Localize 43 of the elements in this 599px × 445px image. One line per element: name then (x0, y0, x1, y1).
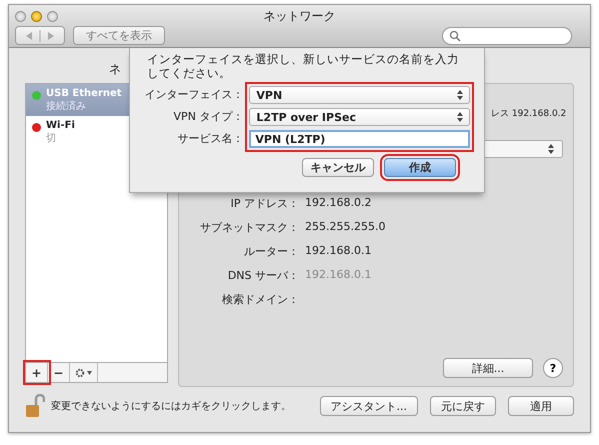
advanced-button[interactable]: 詳細... (443, 358, 533, 378)
unlocked-padlock-icon[interactable] (25, 394, 45, 418)
service-name: USB Ethernet (46, 88, 122, 99)
field-value: 192.168.0.1 (305, 244, 372, 259)
minimize-button[interactable] (31, 10, 42, 22)
close-button[interactable] (15, 10, 26, 22)
sheet-message: インターフェイスを選択し、新しいサービスの名前を入力してください。 (146, 52, 460, 80)
add-button[interactable]: + (26, 363, 48, 382)
footer-button[interactable]: アシスタント... (320, 396, 418, 416)
status-text: レス 192.168.0.2 (491, 108, 568, 120)
remove-button[interactable]: − (48, 363, 70, 382)
show-all-button[interactable]: すべてを表示 (73, 26, 165, 45)
field-label: ルーター： (243, 244, 299, 259)
field-label: IP アドレス： (230, 196, 299, 211)
updown-arrows-icon (548, 144, 554, 154)
field-value: 255.255.255.0 (305, 220, 386, 235)
service-name-field[interactable]: VPN (L2TP) (249, 130, 470, 148)
footer-button[interactable]: 適用 (508, 396, 574, 416)
search-field[interactable] (442, 26, 572, 44)
field-label: 検索ドメイン： (221, 292, 299, 307)
lock-hint: 変更できないようにするにはカギをクリックします。 (51, 400, 291, 413)
field-value: 192.168.0.2 (305, 196, 372, 211)
search-icon (449, 30, 461, 42)
field-label: DNS サーバ： (226, 268, 299, 283)
field-label: VPN タイプ： (174, 109, 244, 124)
service-name: Wi-Fi (46, 120, 75, 131)
help-button[interactable]: ? (543, 358, 563, 378)
updown-arrows-icon (457, 112, 463, 122)
updown-arrows-icon (457, 90, 463, 100)
footer-button[interactable]: 元に戻す (430, 396, 496, 416)
popup-menu[interactable]: VPN (249, 86, 470, 104)
field-value: 192.168.0.1 (305, 268, 372, 283)
field-label: サービス名： (177, 131, 244, 146)
back-forward-control[interactable] (15, 26, 65, 45)
sheet-button[interactable]: キャンセル (302, 158, 374, 177)
popup-menu[interactable]: L2TP over IPSec (249, 108, 470, 126)
location-label: ネ (109, 61, 121, 78)
window-title: ネットワーク (264, 8, 336, 24)
zoom-button[interactable] (47, 10, 58, 22)
service-status: 切 (46, 132, 57, 145)
field-label: サブネットマスク： (199, 220, 299, 235)
service-status: 接続済み (46, 100, 87, 113)
gear-icon (74, 368, 92, 378)
